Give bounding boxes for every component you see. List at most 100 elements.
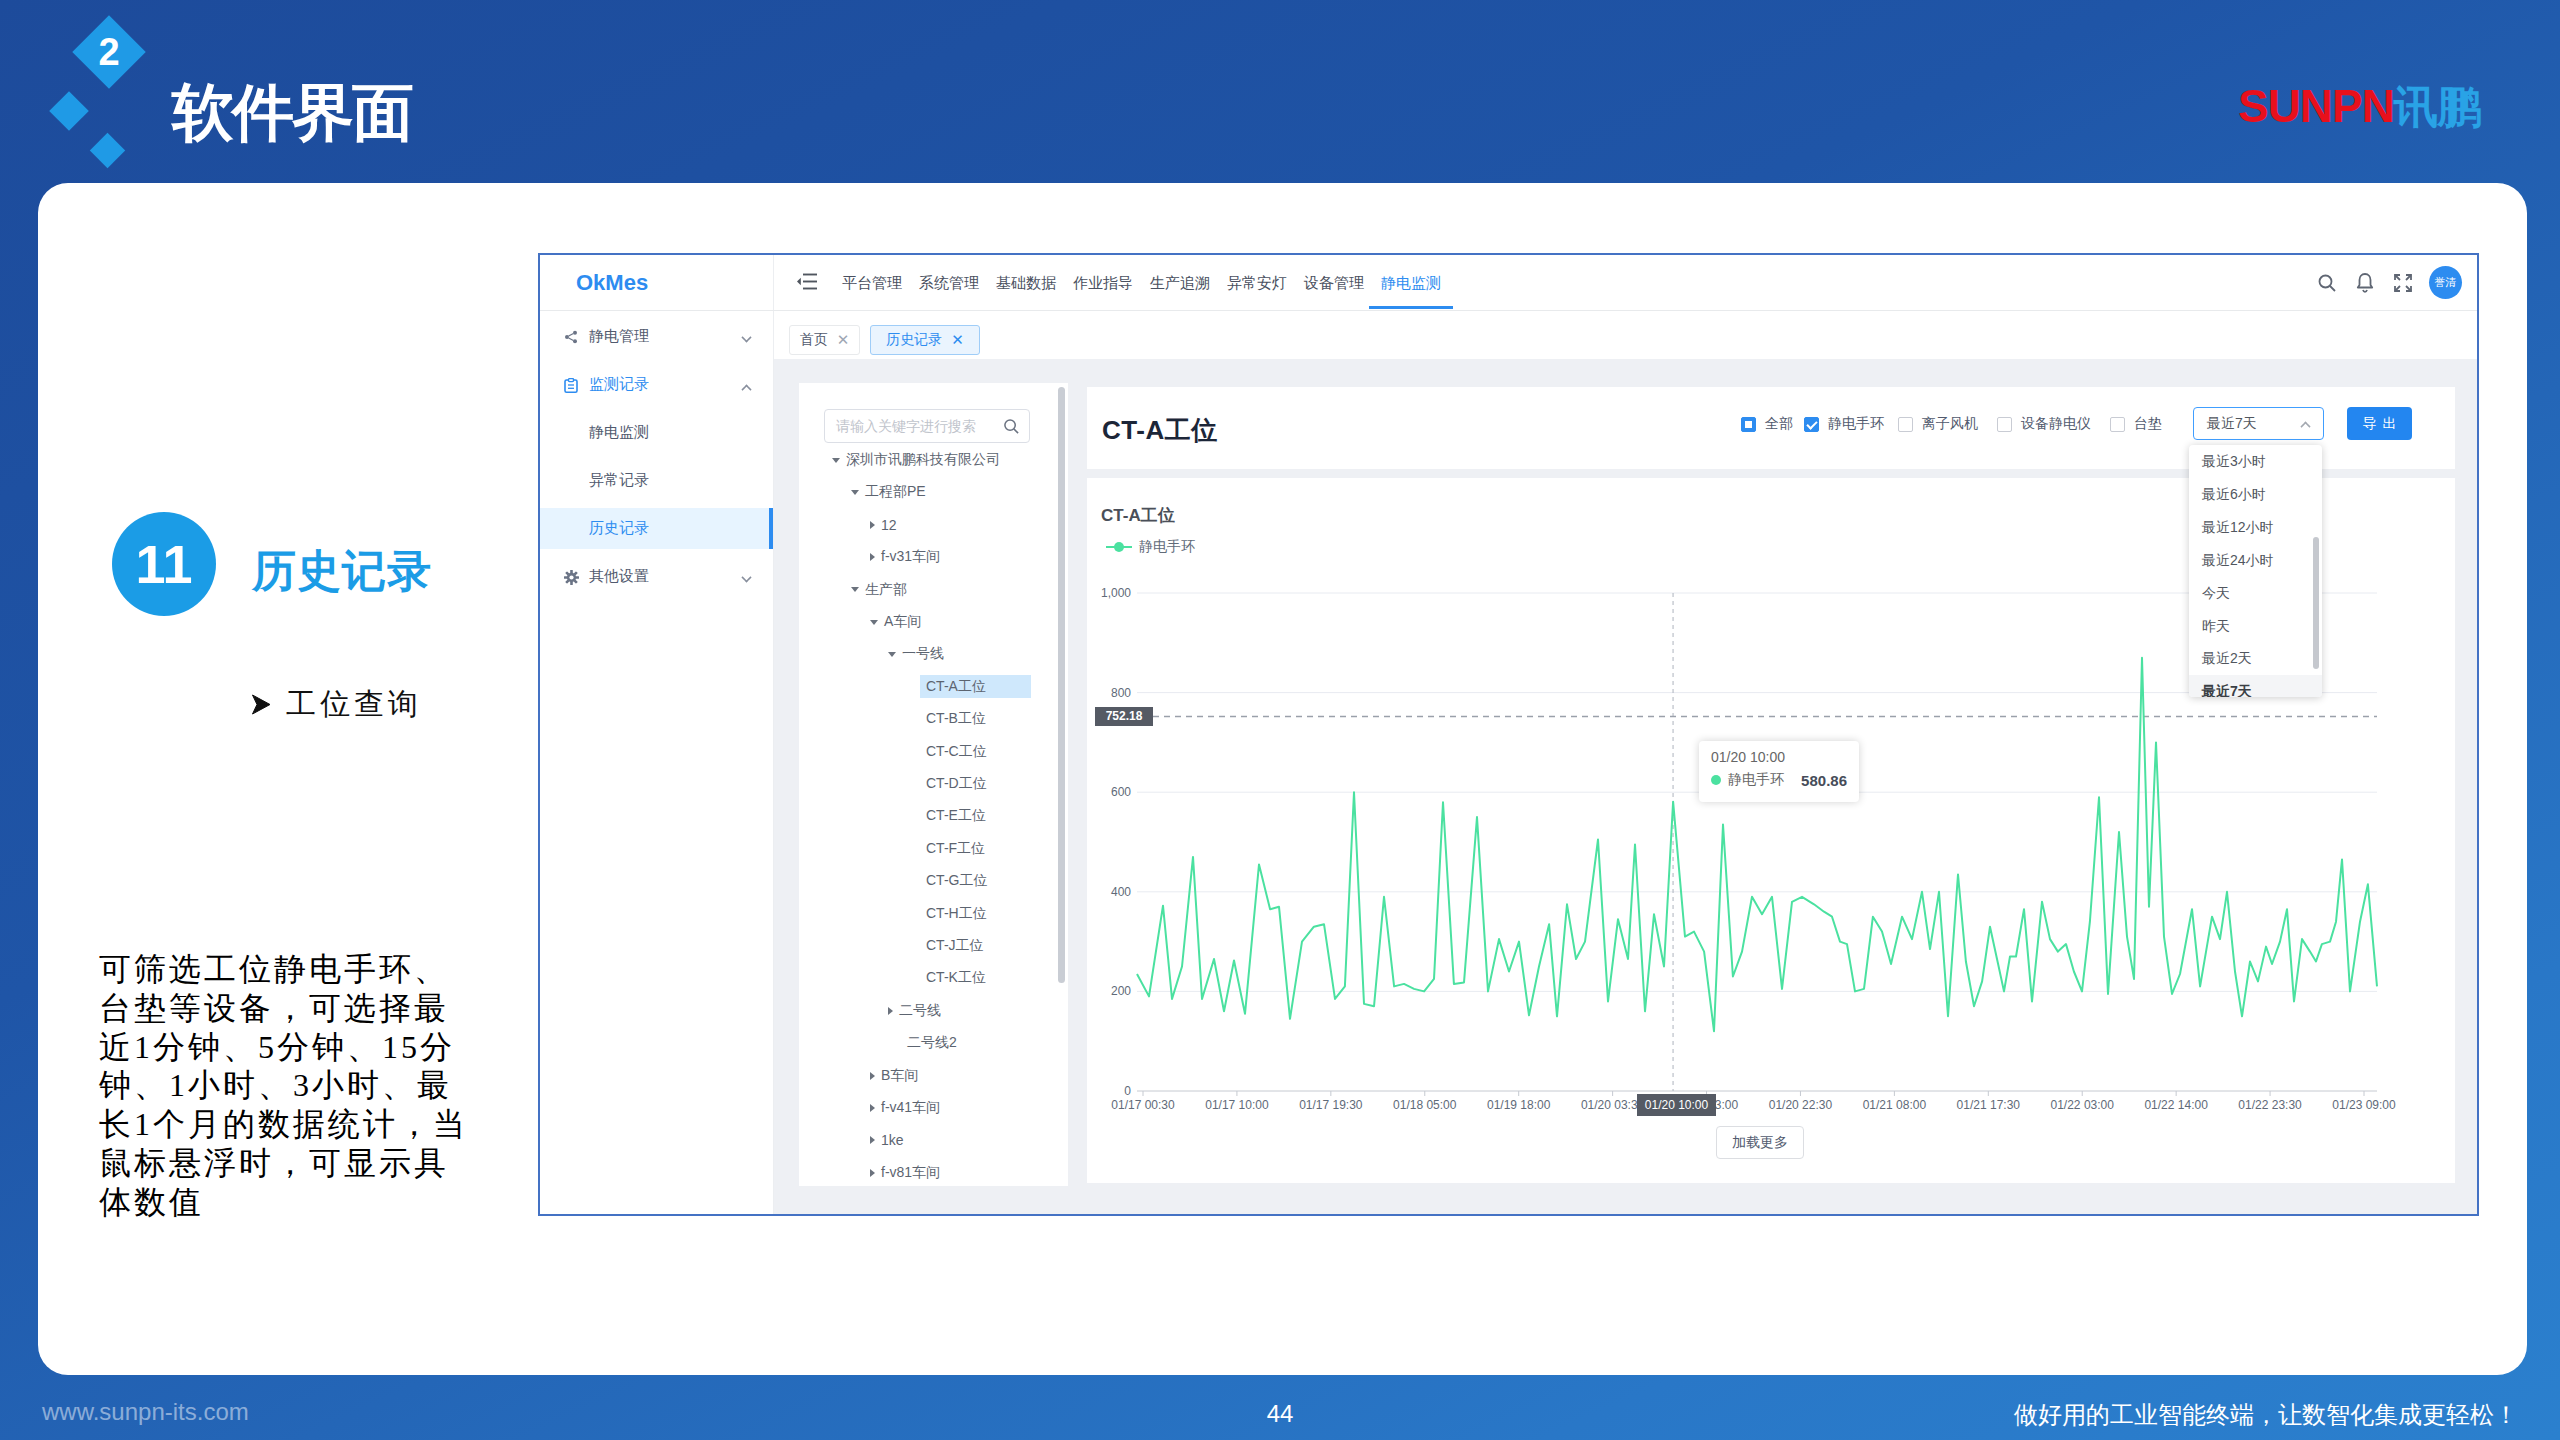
nav-item-设备管理[interactable]: 设备管理	[1304, 255, 1364, 310]
close-icon[interactable]: ✕	[951, 331, 964, 349]
sidebar-item-异常记录[interactable]: 异常记录	[540, 460, 773, 501]
tree-node-CT-J工位[interactable]: CT-J工位	[926, 934, 984, 958]
tree-node-B车间[interactable]: B车间	[870, 1064, 918, 1088]
x-axis-label: 01/20 03:30	[1581, 1098, 1644, 1112]
notification-bell-icon[interactable]	[2355, 272, 2375, 293]
tree-node-CT-C工位[interactable]: CT-C工位	[926, 740, 987, 764]
x-axis-label: 01/23 09:00	[2332, 1098, 2395, 1112]
caret-right-icon[interactable]	[870, 1104, 875, 1112]
tree-search-input[interactable]: 请输入关键字进行搜索	[824, 409, 1030, 443]
sidebar-item-监测记录[interactable]: 监测记录	[540, 364, 773, 405]
brand-logo: SUNPN讯鹏	[2238, 78, 2480, 137]
tree-node-CT-B工位[interactable]: CT-B工位	[926, 707, 986, 731]
dropdown-option-最近24小时[interactable]: 最近24小时	[2189, 544, 2322, 576]
range-select[interactable]: 最近7天	[2193, 407, 2324, 440]
checkbox-离子风机[interactable]: 离子风机	[1898, 415, 1978, 433]
nav-item-作业指导[interactable]: 作业指导	[1073, 255, 1133, 310]
nav-item-静电监测[interactable]: 静电监测	[1381, 255, 1441, 310]
tree-node-f-v31车间[interactable]: f-v31车间	[870, 545, 940, 569]
tree-node-工程部PE[interactable]: 工程部PE	[851, 480, 926, 504]
tree-node-二号线2[interactable]: 二号线2	[907, 1031, 957, 1055]
tree-node-CT-A工位[interactable]: CT-A工位	[926, 675, 986, 699]
tree-node-CT-F工位[interactable]: CT-F工位	[926, 837, 985, 861]
caret-right-icon[interactable]	[870, 553, 875, 561]
tree-node-CT-E工位[interactable]: CT-E工位	[926, 804, 986, 828]
checkbox-全部[interactable]: 全部	[1741, 415, 1793, 433]
step-heading: 历史记录	[252, 542, 432, 601]
dropdown-option-最近7天[interactable]: 最近7天	[2189, 675, 2322, 697]
avatar[interactable]: 誉清	[2429, 266, 2462, 299]
description-paragraph: 可筛选工位静电手环、台垫等设备，可选择最近1分钟、5分钟、15分钟、1小时、3小…	[99, 950, 479, 1222]
bullet-text: 工位查询	[286, 684, 422, 725]
fullscreen-icon[interactable]	[2393, 273, 2413, 293]
tree-node-一号线[interactable]: 一号线	[888, 642, 944, 666]
tree-node-CT-K工位[interactable]: CT-K工位	[926, 966, 986, 990]
tooltip-value: 580.86	[1801, 772, 1847, 789]
checkbox-box[interactable]	[2110, 417, 2125, 432]
nav-item-生产追溯[interactable]: 生产追溯	[1150, 255, 1210, 310]
caret-down-icon[interactable]	[851, 587, 859, 592]
x-axis-label: 01/21 08:00	[1863, 1098, 1926, 1112]
tree-node-label: 生产部	[865, 581, 907, 599]
tab-history[interactable]: 历史记录✕	[870, 325, 980, 355]
tabs-bar: 首页✕ 历史记录✕	[774, 311, 2479, 359]
x-axis-label: 01/20 22:30	[1769, 1098, 1832, 1112]
tree-node-CT-H工位[interactable]: CT-H工位	[926, 902, 987, 926]
search-icon[interactable]	[2317, 273, 2337, 293]
checkbox-设备静电仪[interactable]: 设备静电仪	[1997, 415, 2091, 433]
tree-node-深圳市讯鹏科技有限公司[interactable]: 深圳市讯鹏科技有限公司	[832, 448, 1000, 472]
dropdown-option-今天[interactable]: 今天	[2189, 577, 2322, 609]
caret-down-icon[interactable]	[870, 620, 878, 625]
tree-node-CT-G工位[interactable]: CT-G工位	[926, 869, 987, 893]
dropdown-option-最近3小时[interactable]: 最近3小时	[2189, 445, 2322, 477]
nav-item-异常安灯[interactable]: 异常安灯	[1227, 255, 1287, 310]
tree-node-label: CT-C工位	[926, 743, 987, 761]
caret-down-icon[interactable]	[832, 458, 840, 463]
tree-node-1ke[interactable]: 1ke	[870, 1128, 904, 1152]
caret-right-icon[interactable]	[870, 1169, 875, 1177]
tree-node-f-v41车间[interactable]: f-v41车间	[870, 1096, 940, 1120]
tab-home[interactable]: 首页✕	[789, 325, 860, 355]
dropdown-scrollbar[interactable]	[2313, 537, 2319, 669]
tree-scrollbar[interactable]	[1058, 387, 1065, 983]
export-button[interactable]: 导出	[2347, 407, 2412, 440]
sidebar-item-静电监测[interactable]: 静电监测	[540, 412, 773, 453]
dropdown-option-昨天[interactable]: 昨天	[2189, 610, 2322, 642]
checkbox-静电手环[interactable]: 静电手环	[1804, 415, 1884, 433]
load-more-button[interactable]: 加载更多	[1716, 1126, 1804, 1159]
nav-item-基础数据[interactable]: 基础数据	[996, 255, 1056, 310]
tree-node-f-v81车间[interactable]: f-v81车间	[870, 1161, 940, 1185]
caret-right-icon[interactable]	[870, 521, 875, 529]
range-dropdown: 最近3小时最近6小时最近12小时最近24小时今天昨天最近2天最近7天	[2189, 445, 2322, 697]
sidebar-item-其他设置[interactable]: 其他设置	[540, 556, 773, 597]
tree-node-A车间[interactable]: A车间	[870, 610, 921, 634]
sidebar-item-静电管理[interactable]: 静电管理	[540, 316, 773, 357]
app-logo[interactable]: OkMes	[576, 255, 648, 310]
checkbox-label: 设备静电仪	[2021, 415, 2091, 433]
tree-node-12[interactable]: 12	[870, 513, 897, 537]
tree-node-二号线[interactable]: 二号线	[888, 999, 941, 1023]
checkbox-box[interactable]	[1997, 417, 2012, 432]
tree-node-CT-D工位[interactable]: CT-D工位	[926, 772, 987, 796]
checkbox-box[interactable]	[1741, 417, 1756, 432]
close-icon[interactable]: ✕	[837, 331, 850, 349]
sidebar-item-label: 监测记录	[589, 375, 649, 394]
dropdown-option-最近6小时[interactable]: 最近6小时	[2189, 478, 2322, 510]
tree-node-生产部[interactable]: 生产部	[851, 578, 907, 602]
dropdown-option-最近12小时[interactable]: 最近12小时	[2189, 511, 2322, 543]
nav-item-平台管理[interactable]: 平台管理	[842, 255, 902, 310]
tree-node-label: CT-J工位	[926, 937, 984, 955]
checkbox-box[interactable]	[1898, 417, 1913, 432]
caret-right-icon[interactable]	[888, 1007, 893, 1015]
menu-fold-icon[interactable]	[796, 272, 817, 291]
caret-right-icon[interactable]	[870, 1136, 875, 1144]
caret-right-icon[interactable]	[870, 1072, 875, 1080]
nav-item-系统管理[interactable]: 系统管理	[919, 255, 979, 310]
checkbox-box[interactable]	[1804, 417, 1819, 432]
x-axis-label: 01/17 00:30	[1111, 1098, 1174, 1112]
caret-down-icon[interactable]	[888, 652, 896, 657]
dropdown-option-最近2天[interactable]: 最近2天	[2189, 642, 2322, 674]
sidebar-item-历史记录[interactable]: 历史记录	[540, 508, 773, 549]
caret-down-icon[interactable]	[851, 490, 859, 495]
checkbox-台垫[interactable]: 台垫	[2110, 415, 2162, 433]
